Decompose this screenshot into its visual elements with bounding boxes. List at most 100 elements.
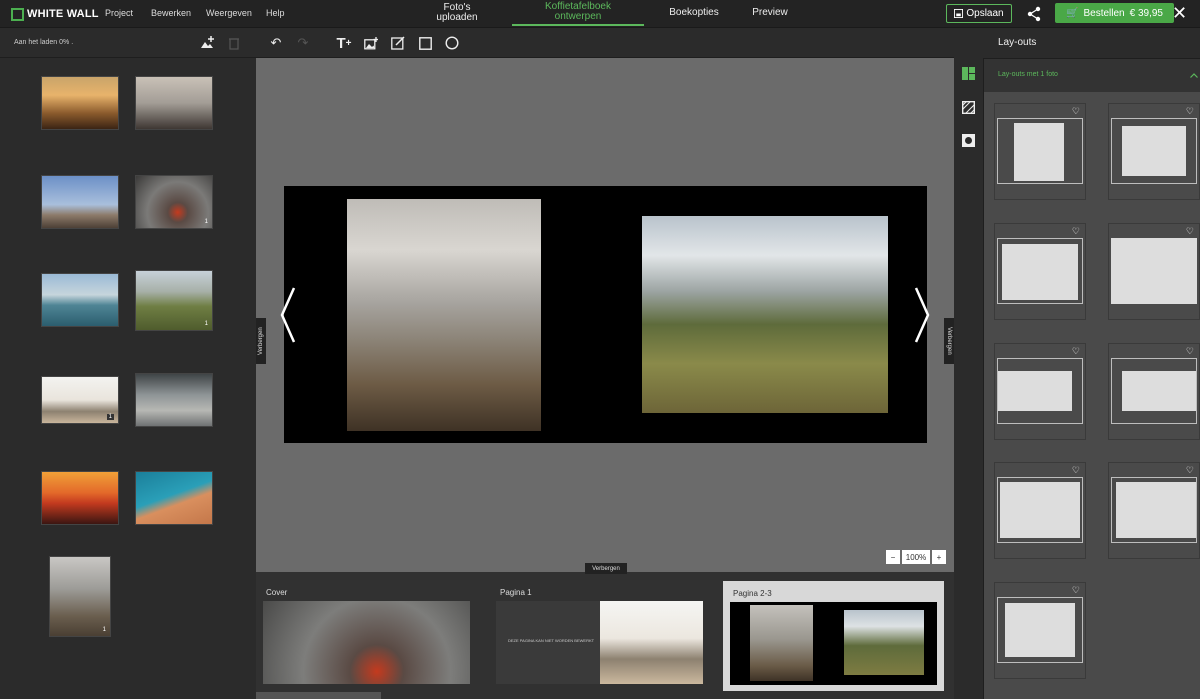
- hide-pages-tab[interactable]: Verbergen: [585, 563, 627, 574]
- page-right-photo[interactable]: [642, 216, 888, 413]
- add-text-icon[interactable]: T +: [335, 35, 353, 52]
- page-1-thumbnail[interactable]: DEZE PAGINA KAN NIET WORDEN BEWERKT: [496, 601, 703, 684]
- redo-icon[interactable]: ↷: [294, 35, 312, 51]
- page-left-photo[interactable]: [347, 199, 541, 431]
- order-label: Bestellen: [1083, 7, 1125, 19]
- usage-badge: 1: [102, 627, 106, 633]
- favorite-heart-icon[interactable]: ♡: [1072, 106, 1080, 117]
- layout-option[interactable]: ♡: [994, 343, 1086, 440]
- photo-thumbnail-couple-car[interactable]: [135, 76, 213, 130]
- hide-layouts-tab[interactable]: Verbergen: [944, 318, 954, 364]
- photo-thumbnail-flowers[interactable]: [41, 76, 119, 130]
- hide-layouts-label: Verbergen: [946, 327, 952, 355]
- photo-thumbnail-desert-door[interactable]: [135, 471, 213, 525]
- cover-thumbnail[interactable]: [263, 601, 470, 684]
- favorite-heart-icon[interactable]: ♡: [1072, 465, 1080, 476]
- usage-badge: 1: [106, 414, 114, 420]
- add-image-icon[interactable]: [362, 35, 380, 51]
- tab-upload-photos-label: Foto's uploaden: [436, 2, 478, 23]
- chevron-up-icon: [1190, 73, 1198, 78]
- order-price: € 39,95: [1129, 7, 1163, 19]
- page-2-3-right-photo: [844, 610, 924, 675]
- close-icon[interactable]: ✕: [1172, 3, 1187, 23]
- page-label-page-2-3: Pagina 2-3: [733, 589, 772, 598]
- layout-option[interactable]: ♡: [994, 462, 1086, 559]
- filmstrip-scrollbar[interactable]: [256, 692, 381, 699]
- menu-project[interactable]: Project: [105, 8, 133, 18]
- favorite-heart-icon[interactable]: ♡: [1186, 106, 1194, 117]
- save-icon: [954, 9, 964, 18]
- layout-option[interactable]: ♡: [1108, 223, 1200, 320]
- favorite-heart-icon[interactable]: ♡: [1186, 465, 1194, 476]
- tab-design-book-label: Koffietafelboek ontwerpen: [545, 1, 611, 22]
- layouts-title: Lay-outs: [998, 37, 1037, 48]
- zoom-level: 100%: [902, 550, 930, 564]
- usage-badge: 1: [204, 219, 208, 225]
- next-page-arrow-icon[interactable]: [914, 286, 930, 344]
- layout-option[interactable]: ♡: [994, 223, 1086, 320]
- rectangle-icon[interactable]: [416, 35, 434, 51]
- page-2-3-spread: [730, 602, 937, 685]
- page-2-3-thumbnail-selected[interactable]: Pagina 2-3: [723, 581, 944, 691]
- zoom-control: − 100% +: [886, 550, 946, 564]
- menu-weergeven[interactable]: Weergeven: [206, 8, 252, 18]
- zoom-in-button[interactable]: +: [932, 550, 946, 564]
- previous-page-arrow-icon[interactable]: [280, 286, 296, 344]
- save-button[interactable]: Opslaan: [946, 4, 1012, 23]
- zoom-out-button[interactable]: −: [886, 550, 900, 564]
- undo-icon[interactable]: ↶: [267, 35, 285, 51]
- layouts-section-header[interactable]: Lay-outs met 1 foto: [984, 58, 1200, 92]
- favorite-heart-icon[interactable]: ♡: [1072, 226, 1080, 237]
- save-label: Opslaan: [966, 8, 1004, 19]
- edit-frame-glyph: [391, 36, 405, 50]
- layouts-grid-icon[interactable]: [962, 67, 975, 80]
- order-button[interactable]: 🛒 Bestellen € 39,95: [1055, 3, 1174, 23]
- white-wall-logo[interactable]: WHITE WALL: [11, 6, 99, 22]
- hide-pages-label: Verbergen: [592, 565, 620, 572]
- tab-upload-photos[interactable]: Foto's uploaden: [418, 0, 496, 26]
- photo-thumbnail-iceberg[interactable]: [41, 273, 119, 327]
- photo-thumbnail-diner[interactable]: 1: [41, 376, 119, 424]
- menu-help[interactable]: Help: [266, 8, 285, 18]
- page-1-photo: [600, 601, 703, 684]
- layout-options-grid: ♡ ♡ ♡ ♡ ♡ ♡ ♡ ♡ ♡: [984, 92, 1200, 699]
- layout-option[interactable]: ♡: [994, 582, 1086, 679]
- menu-bewerken[interactable]: Bewerken: [151, 8, 191, 18]
- favorite-heart-icon[interactable]: ♡: [1072, 346, 1080, 357]
- photo-thumbnail-volcano[interactable]: 1: [135, 175, 213, 229]
- logo-square-icon: [11, 7, 24, 21]
- background-pattern-icon[interactable]: [962, 101, 975, 114]
- page-label-cover: Cover: [266, 588, 288, 597]
- circle-icon[interactable]: [443, 35, 461, 51]
- tab-book-options[interactable]: Boekopties: [660, 0, 728, 26]
- share-icon[interactable]: [1026, 6, 1042, 22]
- mask-shape-icon[interactable]: [962, 134, 975, 147]
- layout-option[interactable]: ♡: [1108, 103, 1200, 200]
- photo-thumbnail-hangar[interactable]: [135, 373, 213, 427]
- layout-option[interactable]: ♡: [1108, 462, 1200, 559]
- favorite-heart-icon[interactable]: ♡: [1186, 346, 1194, 357]
- favorite-heart-icon[interactable]: ♡: [1186, 226, 1194, 237]
- layout-option[interactable]: ♡: [994, 103, 1086, 200]
- favorite-heart-icon[interactable]: ♡: [1072, 585, 1080, 596]
- add-image-glyph: [364, 36, 378, 49]
- add-photo-icon[interactable]: [199, 35, 215, 51]
- layouts-section-label: Lay-outs met 1 foto: [998, 71, 1058, 78]
- edit-frame-icon[interactable]: [389, 35, 407, 51]
- tab-design-book[interactable]: Koffietafelboek ontwerpen: [512, 0, 644, 26]
- trash-icon[interactable]: [228, 36, 240, 50]
- page-label-page-1: Pagina 1: [500, 588, 532, 597]
- hide-photos-tab[interactable]: Verbergen: [256, 318, 266, 364]
- edit-toolbar: ↶ ↷ T +: [256, 29, 954, 58]
- photo-thumbnail-misty-valley[interactable]: 1: [49, 556, 111, 637]
- layout-option[interactable]: ♡: [1108, 343, 1200, 440]
- book-spread: [284, 186, 927, 443]
- hide-photos-label: Verbergen: [258, 327, 264, 355]
- design-canvas: Verbergen Verbergen − 100% +: [256, 58, 954, 572]
- top-bar: WHITE WALL Project Bewerken Weergeven He…: [0, 0, 1200, 28]
- photo-thumbnail-mountains[interactable]: 1: [135, 270, 213, 331]
- circle-glyph: [445, 36, 459, 50]
- photo-thumbnail-sunset[interactable]: [41, 471, 119, 525]
- photo-thumbnail-pier[interactable]: [41, 175, 119, 229]
- tab-preview[interactable]: Preview: [744, 0, 796, 26]
